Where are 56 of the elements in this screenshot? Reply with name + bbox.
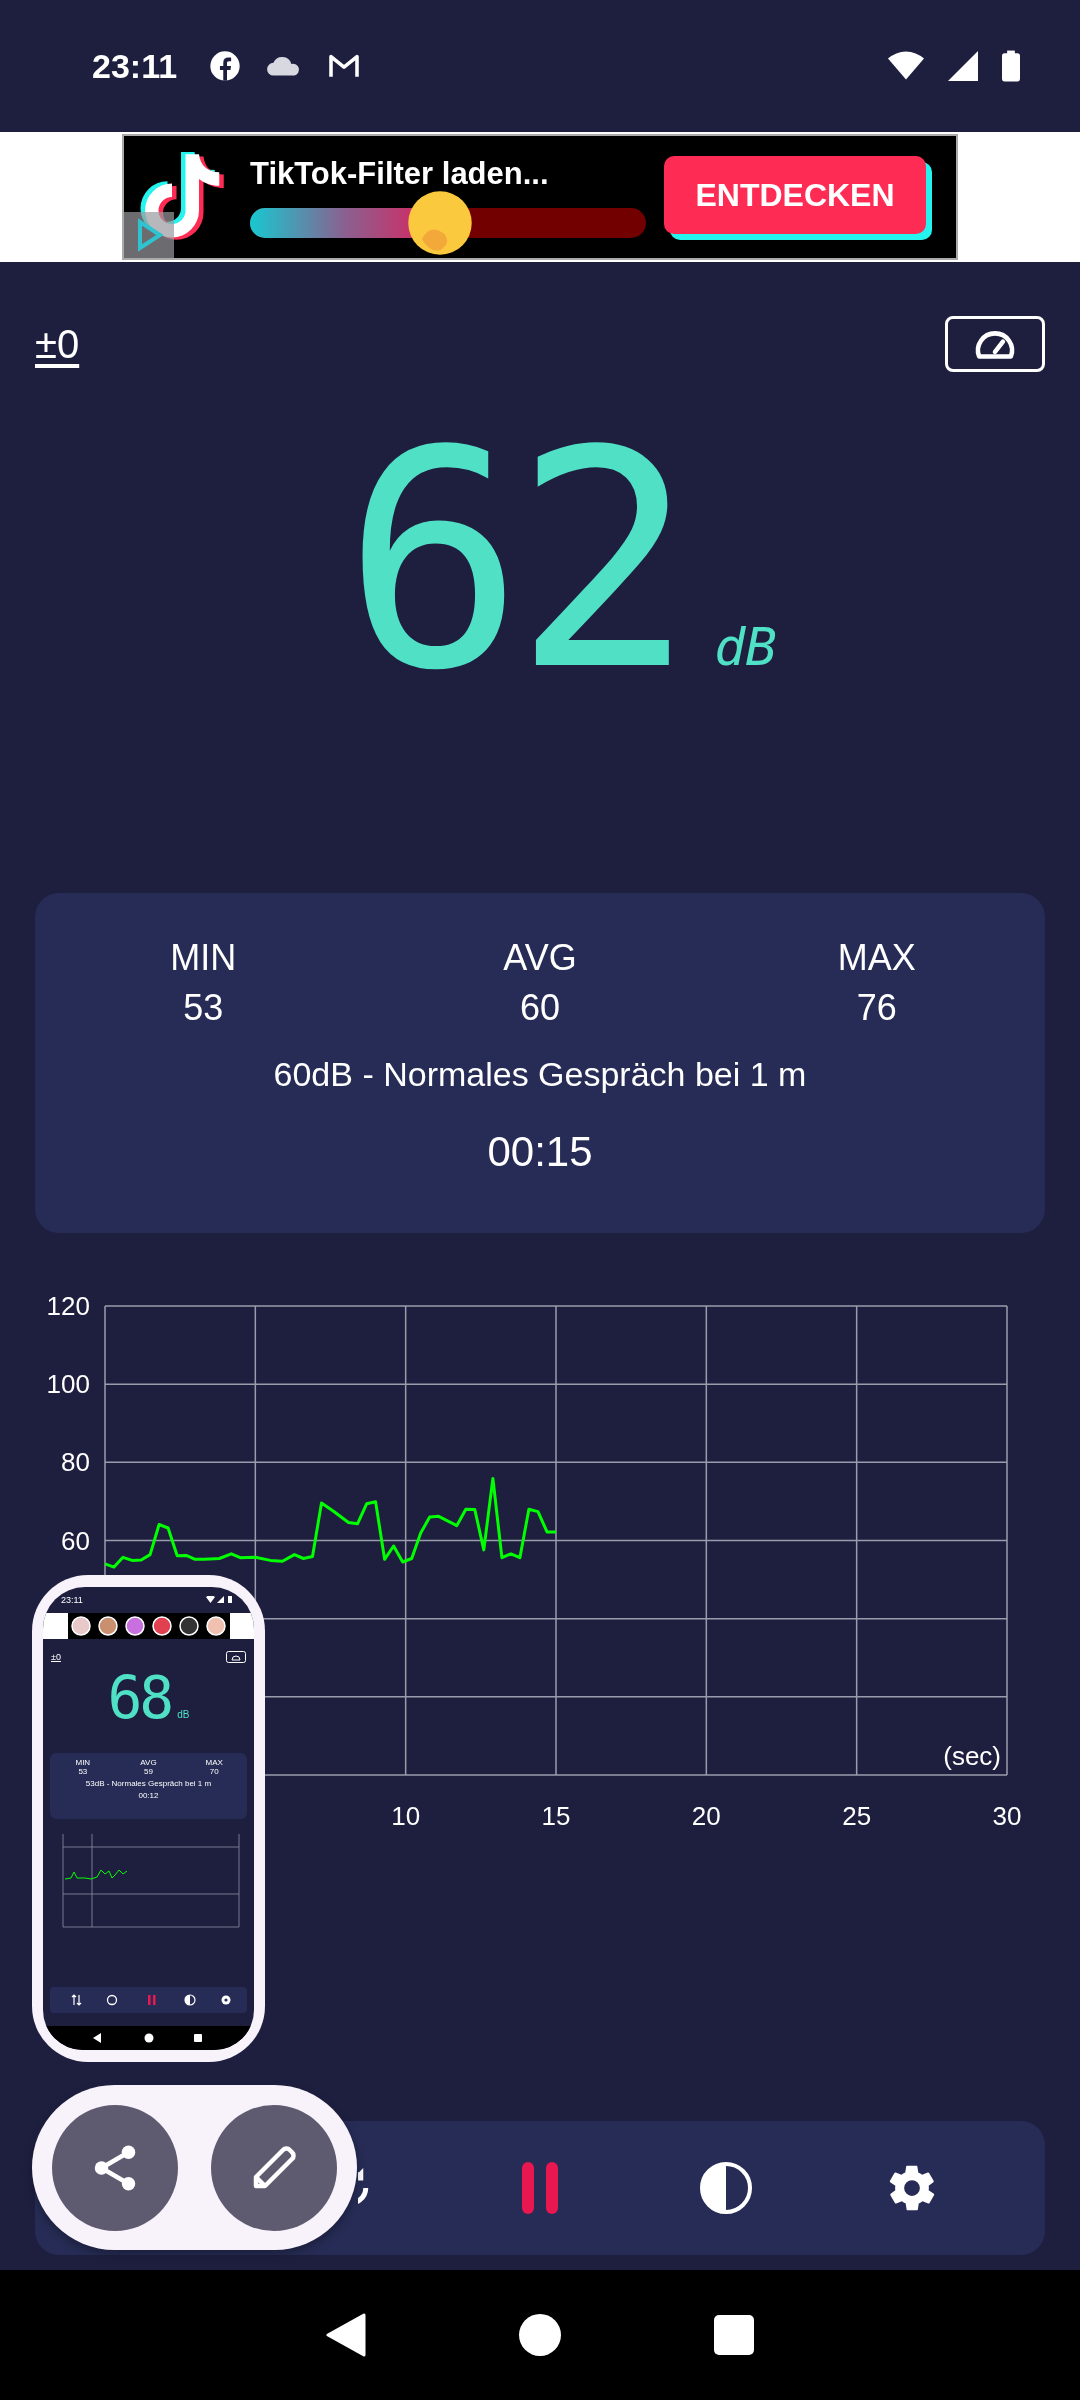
battery-icon (1002, 50, 1020, 82)
noise-description: 60dB - Normales Gespräch bei 1 m (273, 1055, 807, 1094)
preview-stat-label: AVG (140, 1758, 157, 1767)
ad-choices-icon[interactable] (124, 212, 174, 258)
ad-banner[interactable]: TikTok-Filter laden... ENTDECKEN (122, 134, 958, 260)
preview-stat-value: 70 (209, 1767, 219, 1776)
avatar-icon (125, 1616, 145, 1636)
stat-value: 60 (519, 986, 560, 1030)
preview-stat-label: MIN (75, 1758, 91, 1767)
stat-label: AVG (503, 936, 577, 980)
emoji-slider-thumb[interactable] (406, 189, 475, 257)
status-time: 23:11 (92, 46, 178, 86)
y-axis-label: 120 (46, 1291, 90, 1321)
x-axis-label: 20 (691, 1801, 721, 1831)
decibel-unit: dB (714, 617, 777, 677)
signal-icon (948, 51, 978, 81)
avatar-icon (179, 1616, 199, 1636)
y-axis-label: 60 (61, 1525, 90, 1556)
preview-unit: dB (177, 1709, 190, 1720)
mail-icon (327, 53, 362, 79)
back-icon[interactable] (326, 2313, 366, 2357)
facebook-icon (209, 50, 242, 82)
avatar-icon (98, 1616, 118, 1636)
wifi-icon (888, 51, 924, 81)
ad-title: TikTok-Filter laden... (250, 156, 550, 192)
preview-stat-value: 59 (144, 1767, 153, 1776)
preview-stat-label: MAX (205, 1758, 223, 1767)
stat-label: MIN (170, 936, 237, 980)
preview-speedometer-icon (226, 1651, 246, 1663)
x-axis-label: 10 (391, 1801, 421, 1831)
avatar-icon (206, 1616, 226, 1636)
pause-icon[interactable] (520, 2162, 560, 2214)
preview-description: 53dB - Normales Gespräch bei 1 m (85, 1779, 212, 1788)
speedometer-button[interactable] (945, 316, 1045, 372)
preview-elapsed: 00:12 (138, 1791, 159, 1800)
x-axis-label: 15 (541, 1801, 571, 1831)
home-icon[interactable] (518, 2313, 562, 2357)
stat-value: 53 (183, 986, 224, 1030)
y-axis-label: 80 (61, 1447, 90, 1478)
preview-stat-value: 53 (78, 1767, 88, 1776)
y-axis-label: 100 (46, 1369, 90, 1400)
screenshot-preview[interactable]: 23:11 ±0 68 dB MIN 53 AVG 59 MAX 70 53dB - Normales Gespräch bei 1 m 00:12 (32, 1575, 265, 2062)
preview-calibration: ±0 (51, 1652, 61, 1662)
preview-reading: 68 (107, 1669, 172, 1727)
avatar-icon (71, 1616, 91, 1636)
preview-status-time: 23:11 (61, 1595, 83, 1605)
avatar-icon (152, 1616, 172, 1636)
calibration-offset[interactable]: ±0 (35, 321, 80, 367)
decibel-reading: 62 (343, 412, 685, 712)
x-axis-label: 30 (992, 1801, 1022, 1831)
contrast-icon[interactable] (699, 2161, 753, 2215)
x-axis-label: 25 (842, 1801, 872, 1831)
x-axis-unit: (sec) (943, 1741, 1001, 1771)
elapsed-time: 00:15 (487, 1128, 593, 1176)
stat-value: 76 (856, 986, 897, 1030)
stat-label: MAX (837, 936, 916, 980)
